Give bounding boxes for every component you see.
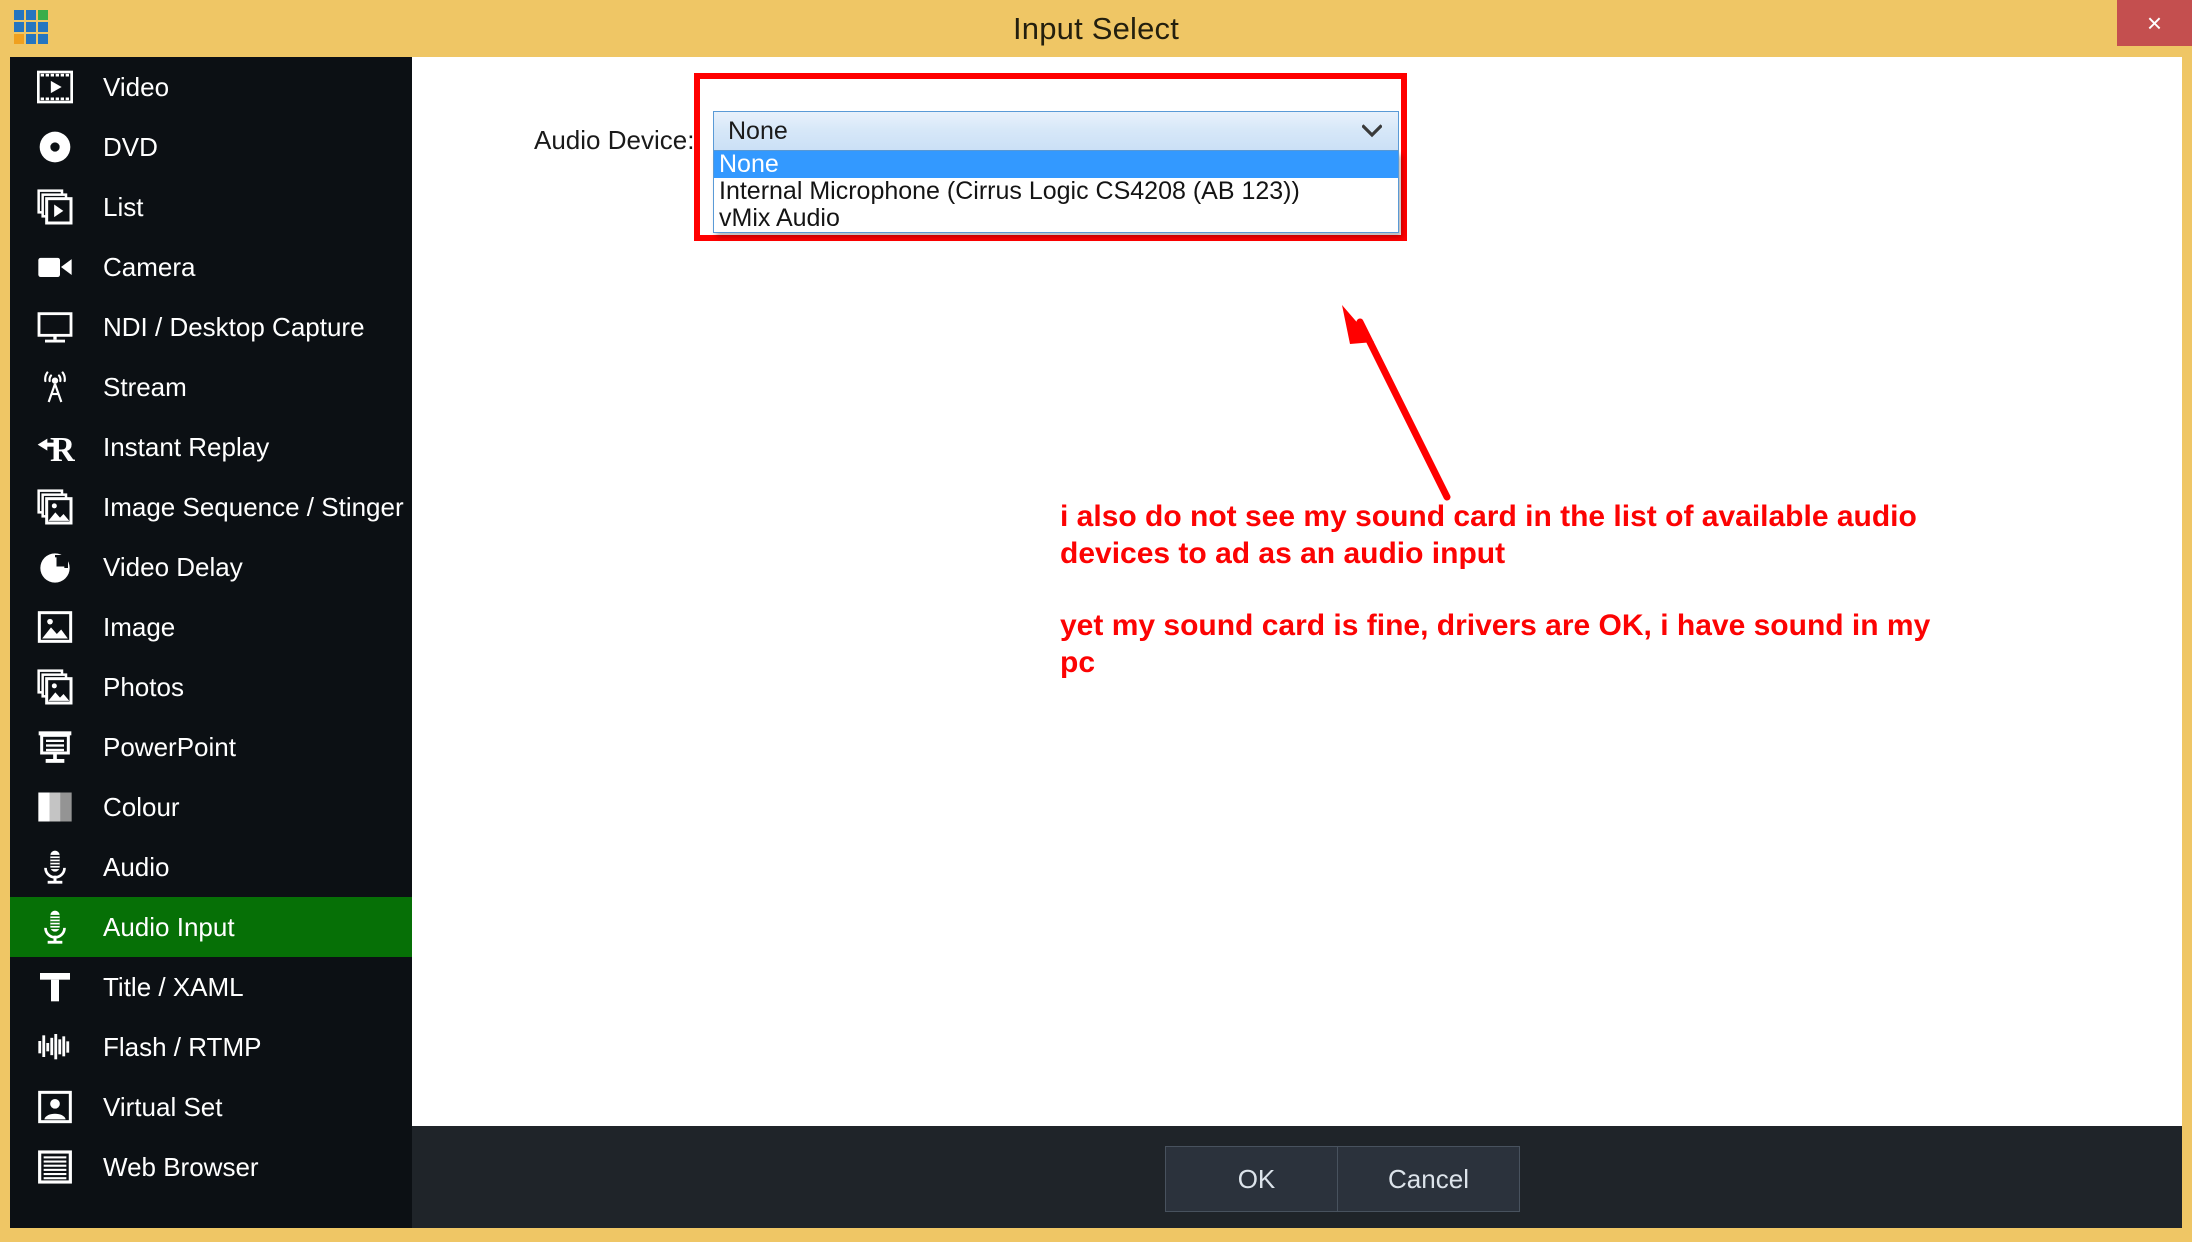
sidebar-item-virtual-set[interactable]: Virtual Set (10, 1077, 412, 1137)
presentation-icon (31, 723, 79, 771)
sidebar-item-label: Video Delay (103, 551, 243, 582)
svg-text:R: R (50, 430, 75, 467)
audio-device-combobox[interactable]: None None Internal Microphone (Cirrus Lo… (713, 111, 1399, 233)
sidebar-item-label: Virtual Set (103, 1091, 223, 1122)
sidebar-item-label: PowerPoint (103, 731, 236, 762)
sidebar-item-instant-replay[interactable]: R Instant Replay (10, 417, 412, 477)
sidebar-item-label: Title / XAML (103, 971, 244, 1002)
microphone-icon (31, 843, 79, 891)
sidebar-item-label: Image (103, 611, 176, 642)
microphone-icon (31, 903, 79, 951)
waveform-icon (31, 1023, 79, 1071)
sidebar-item-web-browser[interactable]: Web Browser (10, 1137, 412, 1197)
stacked-image-icon (31, 483, 79, 531)
sidebar-item-video[interactable]: Video (10, 57, 412, 117)
annotation-paragraph-2: yet my sound card is fine, drivers are O… (1060, 609, 1931, 679)
title-bar: Input Select × (0, 0, 2192, 62)
text-t-icon (31, 963, 79, 1011)
annotation-paragraph-1: i also do not see my sound card in the l… (1060, 500, 1917, 570)
sidebar-item-list[interactable]: List (10, 177, 412, 237)
clock-icon (31, 543, 79, 591)
audio-device-combobox-display[interactable]: None (713, 111, 1399, 151)
dialog-action-bar: OK Cancel (412, 1126, 2182, 1228)
film-play-icon (31, 63, 79, 111)
photos-icon (31, 663, 79, 711)
sidebar-item-label: Video (103, 71, 170, 102)
sidebar-item-label: Colour (103, 791, 180, 822)
close-button[interactable]: × (2117, 0, 2192, 46)
camera-icon (31, 243, 79, 291)
sidebar-item-label: Image Sequence / Stinger (103, 491, 404, 522)
sidebar-item-label: Photos (103, 671, 184, 702)
sidebar-item-video-delay[interactable]: Video Delay (10, 537, 412, 597)
chevron-down-icon (1361, 124, 1383, 138)
input-select-window: Input Select × Video DVD List Camera NDI… (0, 0, 2192, 1242)
sidebar-item-label: Audio (103, 851, 170, 882)
monitor-icon (31, 303, 79, 351)
settings-panel: Audio Device: None None Internal Microph… (412, 57, 2182, 1126)
colour-swatch-icon (31, 783, 79, 831)
input-type-sidebar: Video DVD List Camera NDI / Desktop Capt… (10, 57, 412, 1228)
antenna-icon (31, 363, 79, 411)
image-icon (31, 603, 79, 651)
sidebar-item-colour[interactable]: Colour (10, 777, 412, 837)
dropdown-option-internal-microphone[interactable]: Internal Microphone (Cirrus Logic CS4208… (714, 178, 1398, 205)
sidebar-item-label: Audio Input (103, 911, 235, 942)
window-title: Input Select (1012, 11, 1180, 46)
sidebar-item-stream[interactable]: Stream (10, 357, 412, 417)
sidebar-item-powerpoint[interactable]: PowerPoint (10, 717, 412, 777)
red-arrow-annotation (1312, 297, 1532, 527)
person-frame-icon (31, 1083, 79, 1131)
audio-device-selected-value: None (728, 116, 788, 145)
sidebar-item-image-sequence-stinger[interactable]: Image Sequence / Stinger (10, 477, 412, 537)
sidebar-item-audio[interactable]: Audio (10, 837, 412, 897)
sidebar-item-camera[interactable]: Camera (10, 237, 412, 297)
audio-device-label: Audio Device: (534, 125, 695, 155)
sidebar-item-label: Flash / RTMP (103, 1031, 262, 1062)
replay-r-icon: R (31, 423, 79, 471)
sidebar-item-image[interactable]: Image (10, 597, 412, 657)
audio-device-dropdown-list[interactable]: None Internal Microphone (Cirrus Logic C… (713, 151, 1399, 233)
window-content: Video DVD List Camera NDI / Desktop Capt… (10, 57, 2182, 1228)
dropdown-option-vmix-audio[interactable]: vMix Audio (714, 205, 1398, 232)
sidebar-item-label: NDI / Desktop Capture (103, 311, 365, 342)
sidebar-item-label: Web Browser (103, 1151, 259, 1182)
sidebar-item-title-xaml[interactable]: Title / XAML (10, 957, 412, 1017)
sidebar-item-label: DVD (103, 131, 158, 162)
sidebar-item-label: Stream (103, 371, 187, 402)
sidebar-item-dvd[interactable]: DVD (10, 117, 412, 177)
cancel-button[interactable]: Cancel (1337, 1146, 1520, 1212)
sidebar-item-label: List (103, 191, 144, 222)
lines-page-icon (31, 1143, 79, 1191)
ok-button[interactable]: OK (1165, 1146, 1348, 1212)
dropdown-option-none[interactable]: None (714, 151, 1398, 178)
sidebar-item-label: Camera (103, 251, 196, 282)
annotation-text: i also do not see my sound card in the l… (1060, 499, 1960, 681)
sidebar-item-audio-input[interactable]: Audio Input (10, 897, 412, 957)
sidebar-item-label: Instant Replay (103, 431, 270, 462)
sidebar-item-ndi-desktop-capture[interactable]: NDI / Desktop Capture (10, 297, 412, 357)
sidebar-item-flash-rtmp[interactable]: Flash / RTMP (10, 1017, 412, 1077)
stacked-play-icon (31, 183, 79, 231)
disc-icon (31, 123, 79, 171)
sidebar-item-photos[interactable]: Photos (10, 657, 412, 717)
